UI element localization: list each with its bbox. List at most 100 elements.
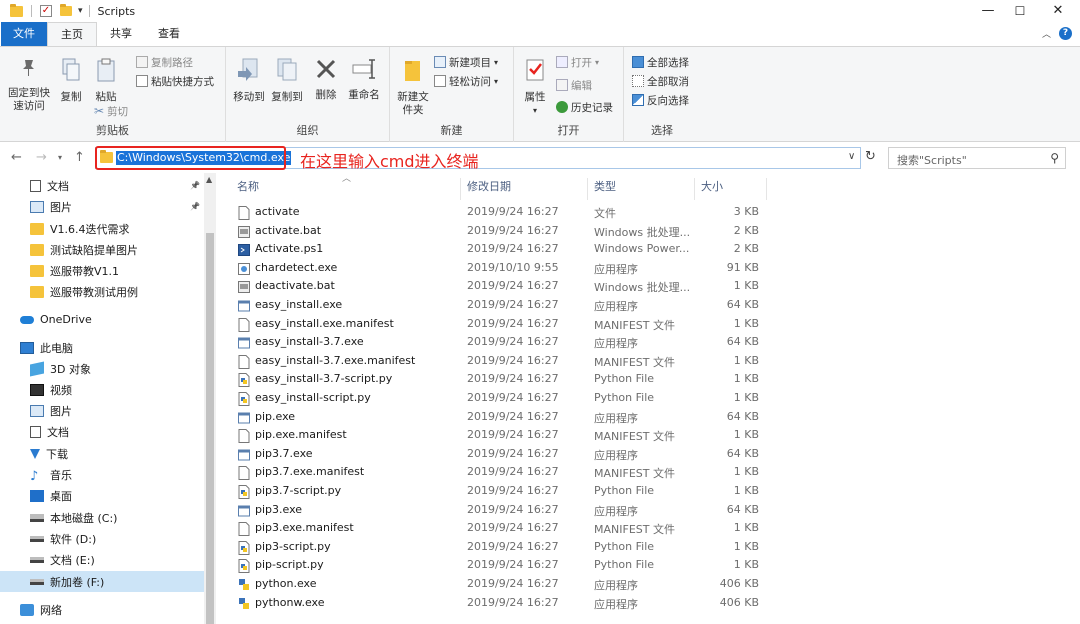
nav-item[interactable]: V1.6.4迭代需求 <box>0 218 204 239</box>
edit-button[interactable]: 编辑 <box>556 77 592 93</box>
nav-item[interactable]: 软件 (D:) <box>0 528 204 549</box>
select-none-button[interactable]: 全部取消 <box>632 73 689 89</box>
nav-item[interactable]: 文档 <box>0 421 204 442</box>
file-name: pip.exe <box>255 409 296 423</box>
collapse-ribbon-icon[interactable]: ︿ <box>1042 27 1051 40</box>
column-divider[interactable] <box>460 178 461 200</box>
nav-item[interactable]: 此电脑 <box>0 337 204 358</box>
file-row[interactable]: pip.exe.manifest 2019/9/24 16:27 MANIFEST … <box>228 426 768 445</box>
file-row[interactable]: easy_install-3.7.exe.manifest 2019/9/24 1… <box>228 352 768 371</box>
copy-button[interactable]: 复制 <box>56 57 86 104</box>
file-row[interactable]: pip3.7.exe 2019/9/24 16:27 应用程序 64 KB <box>228 445 768 464</box>
file-row[interactable]: activate.bat 2019/9/24 16:27 Windows 批处理..… <box>228 222 768 241</box>
column-size-header[interactable]: 大小 <box>701 173 723 201</box>
search-input[interactable]: 搜索"Scripts" <box>897 152 967 168</box>
file-row[interactable]: pip3.7-script.py 2019/9/24 16:27 Python Fi… <box>228 482 768 501</box>
nav-item[interactable]: 本地磁盘 (C:) <box>0 507 204 528</box>
file-row[interactable]: chardetect.exe 2019/10/10 9:55 应用程序 91 KB <box>228 259 768 278</box>
up-icon[interactable]: ↑ <box>74 150 85 165</box>
file-row[interactable]: pip3-script.py 2019/9/24 16:27 Python File… <box>228 538 768 557</box>
pin-quick-access-button[interactable]: 固定到快速访问 <box>4 57 54 113</box>
recent-locations-icon[interactable]: ▾ <box>58 153 62 162</box>
file-row[interactable]: pythonw.exe 2019/9/24 16:27 应用程序 406 KB <box>228 594 768 613</box>
nav-item[interactable]: 视频 <box>0 379 204 400</box>
file-date: 2019/9/24 16:27 <box>467 223 559 237</box>
history-button[interactable]: 历史记录 <box>556 99 613 115</box>
new-folder-quick-icon[interactable] <box>60 4 72 16</box>
file-row[interactable]: easy_install-3.7-script.py 2019/9/24 16:2… <box>228 370 768 389</box>
nav-item[interactable]: 测试缺陷提单图片 <box>0 239 204 260</box>
invert-selection-button[interactable]: 反向选择 <box>632 92 689 108</box>
nav-scrollbar[interactable]: ▲ <box>204 173 216 624</box>
file-row[interactable]: pip3.exe.manifest 2019/9/24 16:27 MANIFEST… <box>228 519 768 538</box>
nav-item[interactable]: 桌面 <box>0 485 204 506</box>
copy-to-button[interactable]: 复制到 <box>268 57 306 104</box>
file-name: deactivate.bat <box>255 279 335 293</box>
tab-view[interactable]: 查看 <box>145 22 193 46</box>
nav-item[interactable]: 网络 <box>0 599 204 620</box>
delete-button[interactable]: 删除 <box>312 57 340 102</box>
column-type-header[interactable]: 类型 <box>594 173 616 201</box>
scrollbar-thumb[interactable] <box>206 233 214 624</box>
nav-item[interactable]: 巡服带教测试用例 <box>0 281 204 302</box>
search-box[interactable]: 搜索"Scripts" ⚲ <box>888 147 1066 169</box>
nav-item[interactable]: OneDrive <box>0 309 204 330</box>
search-icon[interactable]: ⚲ <box>1050 151 1059 165</box>
back-icon[interactable]: ← <box>11 150 22 165</box>
copy-path-button[interactable]: 复制路径 <box>136 54 193 70</box>
customize-toolbar-icon[interactable]: ▾ <box>78 6 83 16</box>
file-row[interactable]: easy_install.exe.manifest 2019/9/24 16:27… <box>228 315 768 334</box>
file-row[interactable]: pip3.exe 2019/9/24 16:27 应用程序 64 KB <box>228 501 768 520</box>
refresh-icon[interactable]: ↻ <box>865 149 876 164</box>
nav-item-label: 文档 <box>47 425 69 439</box>
move-to-button[interactable]: 移动到 <box>230 57 268 104</box>
file-row[interactable]: python.exe 2019/9/24 16:27 应用程序 406 KB <box>228 575 768 594</box>
file-row[interactable]: Activate.ps1 2019/9/24 16:27 Windows Power… <box>228 240 768 259</box>
forward-icon[interactable]: → <box>36 150 47 165</box>
file-row[interactable]: activate 2019/9/24 16:27 文件 3 KB <box>228 203 768 222</box>
properties-button[interactable]: 属性 ▾ <box>520 57 550 117</box>
file-row[interactable]: pip-script.py 2019/9/24 16:27 Python File 1… <box>228 556 768 575</box>
rename-button[interactable]: 重命名 <box>344 57 384 102</box>
scroll-up-icon[interactable]: ▲ <box>206 175 212 184</box>
tab-home[interactable]: 主页 <box>47 22 97 46</box>
nav-item[interactable]: 新加卷 (F:) <box>0 571 204 592</box>
column-divider[interactable] <box>766 178 767 200</box>
nav-item[interactable]: 图片 📌 <box>0 196 204 217</box>
paste-shortcut-button[interactable]: 粘贴快捷方式 <box>136 73 214 89</box>
help-icon[interactable]: ? <box>1059 27 1072 40</box>
properties-quick-icon[interactable]: ✓ <box>40 5 52 17</box>
maximize-button[interactable]: ☐ <box>1000 0 1040 22</box>
nav-item[interactable]: 巡服带教V1.1 <box>0 260 204 281</box>
cut-button[interactable]: ✂ 剪切 <box>94 103 128 119</box>
easy-access-button[interactable]: 轻松访问 ▾ <box>434 73 498 89</box>
nav-item[interactable]: 3D 对象 <box>0 358 204 379</box>
paste-button[interactable]: 粘贴 <box>90 57 122 104</box>
select-all-button[interactable]: 全部选择 <box>632 54 689 70</box>
new-folder-button[interactable]: 新建文件夹 <box>394 57 432 117</box>
file-size: 406 KB <box>719 577 759 590</box>
file-row[interactable]: pip.exe 2019/9/24 16:27 应用程序 64 KB <box>228 408 768 427</box>
file-row[interactable]: deactivate.bat 2019/9/24 16:27 Windows 批处理… <box>228 277 768 296</box>
file-row[interactable]: easy_install-script.py 2019/9/24 16:27 Pyt… <box>228 389 768 408</box>
new-item-button[interactable]: 新建项目 ▾ <box>434 54 498 70</box>
nav-item[interactable]: ♪ 音乐 <box>0 464 204 485</box>
nav-item[interactable]: 文档 (E:) <box>0 549 204 570</box>
file-size: 1 KB <box>733 391 759 404</box>
tab-share[interactable]: 共享 <box>97 22 145 46</box>
nav-item[interactable]: 文档 📌 <box>0 175 204 196</box>
nav-item-label: 下载 <box>46 447 68 461</box>
column-divider[interactable] <box>587 178 588 200</box>
column-name-header[interactable]: 名称 <box>237 173 259 201</box>
file-row[interactable]: easy_install.exe 2019/9/24 16:27 应用程序 64 KB <box>228 296 768 315</box>
close-button[interactable]: ✕ <box>1038 0 1078 22</box>
nav-item[interactable]: 图片 <box>0 400 204 421</box>
file-row[interactable]: pip3.7.exe.manifest 2019/9/24 16:27 MANIFE… <box>228 463 768 482</box>
open-button[interactable]: 打开 ▾ <box>556 54 599 70</box>
address-dropdown-icon[interactable]: ∨ <box>848 151 855 162</box>
tab-file[interactable]: 文件 <box>1 22 47 46</box>
nav-item[interactable]: 下载 <box>0 443 204 464</box>
column-date-header[interactable]: 修改日期 <box>467 173 511 201</box>
file-row[interactable]: easy_install-3.7.exe 2019/9/24 16:27 应用程序 6… <box>228 333 768 352</box>
column-divider[interactable] <box>694 178 695 200</box>
